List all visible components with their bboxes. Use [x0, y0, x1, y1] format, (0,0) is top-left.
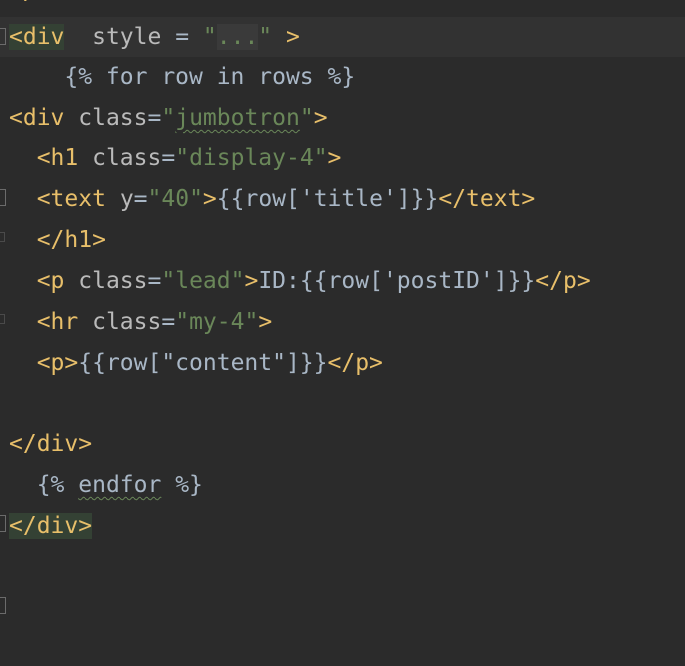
- tag-close: >: [244, 268, 259, 294]
- code-line-1[interactable]: <div style = "..." >: [0, 17, 685, 57]
- string-quote: ": [299, 105, 314, 131]
- tag-close: >: [313, 105, 328, 131]
- equals: =: [161, 145, 176, 171]
- attr-name: class: [92, 145, 162, 171]
- equals: =: [147, 268, 162, 294]
- tag-close: >: [92, 0, 106, 5]
- fold-gutter[interactable]: [0, 17, 9, 57]
- equals: =: [133, 186, 148, 212]
- code-line-9[interactable]: <p>{{row["content"]}}</p>: [0, 343, 685, 383]
- string-quote: ": [258, 24, 273, 50]
- h1-tag: <h1: [36, 145, 79, 171]
- tag-open: </: [9, 0, 37, 5]
- equals: =: [161, 24, 203, 50]
- equals: =: [161, 309, 176, 335]
- attr-name: y: [119, 186, 134, 212]
- hr-tag: <hr: [36, 309, 79, 335]
- h1-end-tag: </h1>: [36, 227, 106, 253]
- template-expression: {{row['title']}}: [216, 186, 439, 212]
- code-line-12[interactable]: {% endfor %}: [0, 465, 685, 505]
- text-end-tag: </text>: [438, 186, 536, 212]
- div-tag: <div: [9, 105, 65, 131]
- fold-gutter[interactable]: [0, 586, 9, 626]
- code-line-7[interactable]: <p class="lead">ID:{{row['postID']}}</p>: [0, 261, 685, 301]
- attr-name: style: [92, 24, 162, 50]
- string-quote: ": [202, 24, 217, 50]
- tag-close: >: [258, 309, 273, 335]
- tag-close: >: [272, 24, 300, 50]
- fold-marker-icon[interactable]: [0, 28, 6, 45]
- tag-close: >: [327, 145, 342, 171]
- code-line-8[interactable]: <hr class="my-4">: [0, 302, 685, 342]
- code-editor[interactable]: </form> <div style = "..." > {% for row …: [0, 0, 685, 614]
- code-line-2[interactable]: {% for row in rows %}: [0, 57, 685, 97]
- fold-marker-icon[interactable]: [0, 597, 6, 614]
- template-expression: {{row["content"]}}: [78, 350, 328, 376]
- div-tag: <div: [9, 24, 65, 50]
- template-close: %}: [161, 472, 203, 498]
- attr-name: class: [92, 309, 162, 335]
- class-value-typo[interactable]: jumbotron: [175, 105, 300, 131]
- p-end-tag: </p>: [327, 350, 383, 376]
- tag-close: >: [202, 186, 217, 212]
- attr-name: class: [78, 105, 148, 131]
- endfor-keyword[interactable]: endfor: [78, 472, 161, 498]
- code-line-3[interactable]: <div class="jumbotron">: [0, 98, 685, 206]
- string-quote: ": [161, 105, 176, 131]
- template-open: {%: [36, 472, 79, 498]
- code-line-13[interactable]: </div>: [0, 506, 685, 614]
- text-tag: <text: [36, 186, 106, 212]
- code-line-5[interactable]: <text y="40">{{row['title']}}</text>: [0, 179, 685, 219]
- code-line-10[interactable]: [0, 384, 685, 424]
- attr-value: "my-4": [175, 309, 259, 335]
- equals: =: [147, 105, 162, 131]
- div-end-tag: </div>: [9, 431, 93, 457]
- attr-value: "display-4": [175, 145, 328, 171]
- p-tag: <p>: [36, 350, 79, 376]
- code-line-0[interactable]: </form>: [0, 0, 685, 14]
- attr-value: "40": [147, 186, 203, 212]
- code-line-4[interactable]: <h1 class="display-4">: [0, 138, 685, 242]
- tag-name: form: [37, 0, 92, 5]
- code-line-6[interactable]: </h1>: [0, 220, 685, 324]
- p-tag: <p: [36, 268, 65, 294]
- template-for-statement: {% for row in rows %}: [64, 64, 356, 90]
- template-expression: ID:{{row['postID']}}: [258, 268, 536, 294]
- code-line-11[interactable]: </div>: [0, 424, 685, 532]
- collapsed-value[interactable]: ...: [216, 24, 259, 50]
- div-end-tag-matched: </div>: [9, 513, 93, 539]
- attr-name: class: [78, 268, 148, 294]
- attr-value: "lead": [161, 268, 245, 294]
- p-end-tag: </p>: [535, 268, 591, 294]
